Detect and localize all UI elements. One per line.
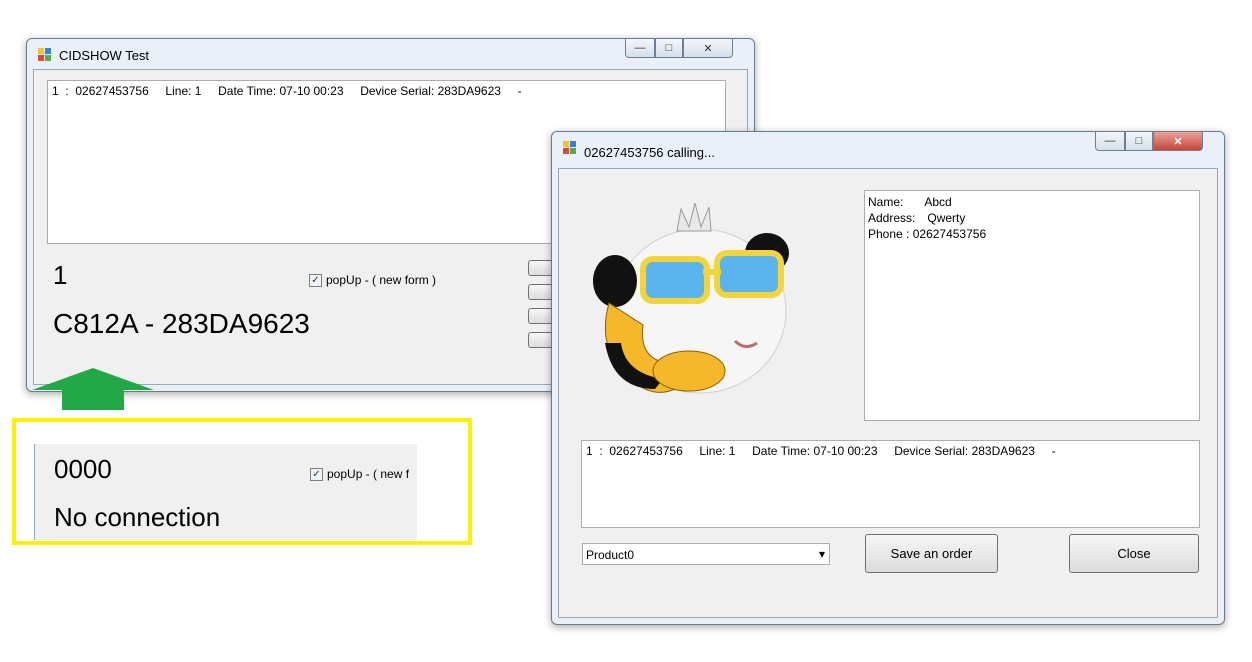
address-value: Qwerty — [927, 211, 966, 225]
call-log-entry[interactable]: 1 : 02627453756 Line: 1 Date Time: 07-10… — [52, 84, 522, 98]
address-label: Address: — [868, 211, 916, 225]
phone-label: Phone : — [868, 227, 910, 241]
callout-panel: 0000 ✓ popUp - ( new f No connection — [34, 444, 417, 540]
maximize-icon: □ — [1135, 135, 1143, 147]
close-icon: ✕ — [703, 42, 713, 55]
minimize-button[interactable]: — — [1095, 132, 1125, 151]
phone-value: 02627453756 — [912, 227, 987, 241]
call-log-entry[interactable]: 1 : 02627453756 Line: 1 Date Time: 07-10… — [586, 444, 1056, 458]
close-icon: ✕ — [1173, 135, 1183, 148]
close-button[interactable]: ✕ — [1153, 132, 1203, 151]
chevron-down-icon[interactable]: ▾ — [819, 547, 825, 561]
popup-checkbox-label: popUp - ( new form ) — [326, 273, 437, 287]
callout-count: 0000 — [54, 454, 112, 484]
caller-info-box[interactable]: Name: Abcd Address: Qwerty Phone : 0262745… — [864, 190, 1200, 421]
maximize-button[interactable]: □ — [1125, 132, 1153, 151]
maximize-button[interactable]: □ — [655, 39, 683, 58]
app-icon — [37, 47, 53, 63]
close-dialog-button[interactable]: Close — [1069, 534, 1199, 573]
close-button[interactable]: ✕ — [683, 39, 733, 58]
minimize-button[interactable]: — — [625, 39, 655, 58]
minimize-icon: — — [634, 42, 646, 54]
popup-checkbox[interactable]: ✓ popUp - ( new form ) — [309, 273, 437, 288]
app-icon — [562, 140, 578, 156]
up-arrow-icon — [32, 368, 154, 410]
close-dialog-label: Close — [1117, 546, 1151, 561]
name-label: Name: — [868, 195, 904, 209]
name-value: Abcd — [924, 195, 952, 209]
save-order-button[interactable]: Save an order — [865, 534, 998, 573]
device-label: C812A - 283DA9623 — [53, 308, 310, 339]
maximize-icon: □ — [665, 42, 673, 54]
popup-client-area: Name: Abcd Address: Qwerty Phone : 0262745… — [558, 168, 1218, 618]
call-count: 1 — [53, 260, 68, 290]
product-select-value: Product0 — [586, 548, 635, 562]
popup-titlebar[interactable]: 02627453756 calling... — □ ✕ — [552, 132, 1224, 162]
connection-status: No connection — [54, 502, 221, 532]
product-select[interactable]: Product0 ▾ — [582, 543, 830, 565]
callout-popup-label: popUp - ( new f — [327, 467, 410, 481]
panda-phone-avatar — [593, 202, 789, 394]
callout-popup-checkbox[interactable]: ✓ popUp - ( new f — [310, 467, 410, 482]
check-icon: ✓ — [309, 274, 322, 288]
popup-window: 02627453756 calling... — □ ✕ Name: Abcd … — [551, 131, 1225, 625]
popup-title: 02627453756 calling... — [584, 145, 715, 160]
window-title: CIDSHOW Test — [59, 48, 150, 63]
popup-call-log-list[interactable]: 1 : 02627453756 Line: 1 Date Time: 07-10… — [581, 440, 1200, 528]
main-titlebar[interactable]: CIDSHOW Test — □ ✕ — [27, 39, 754, 69]
minimize-icon: — — [1104, 135, 1116, 147]
save-order-label: Save an order — [890, 546, 973, 561]
check-icon: ✓ — [310, 468, 323, 482]
